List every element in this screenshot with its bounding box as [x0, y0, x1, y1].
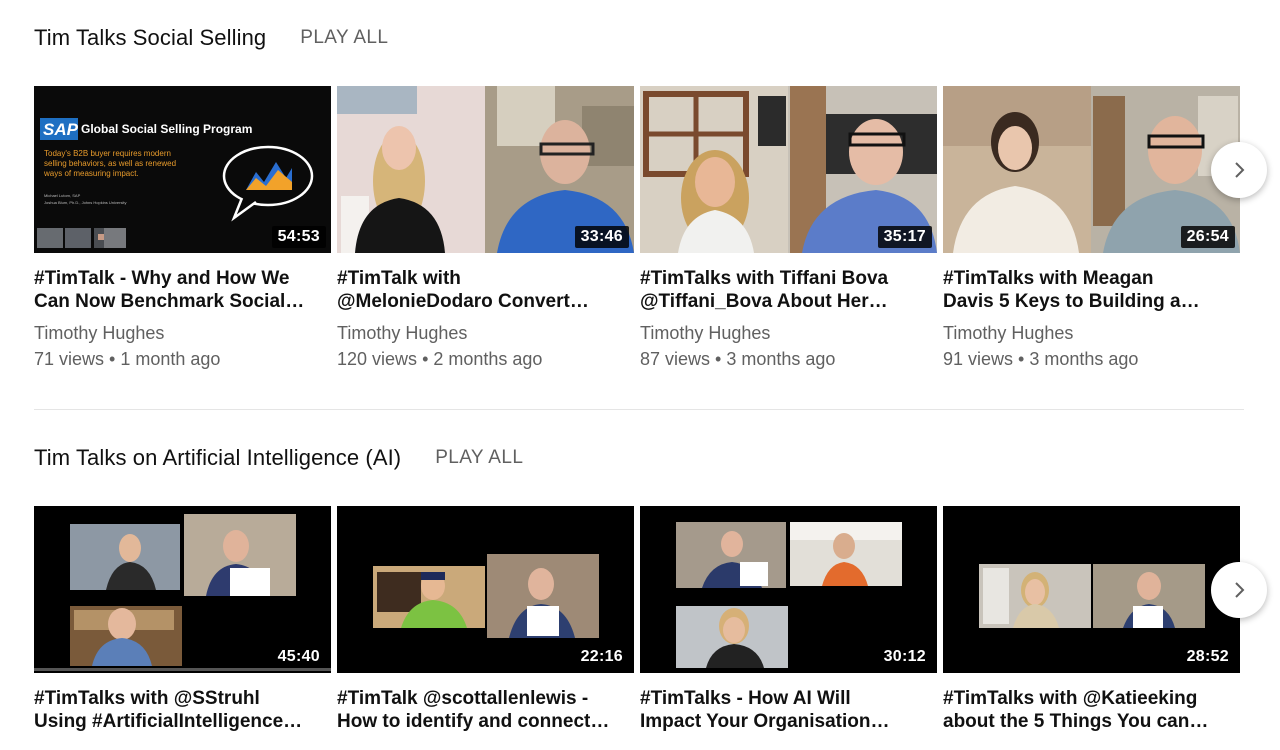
- video-title[interactable]: #TimTalks with Tiffani Bova @Tiffani_Bov…: [640, 267, 930, 313]
- video-thumbnail[interactable]: 28:52: [943, 506, 1240, 673]
- video-title-line[interactable]: #TimTalks - How AI Will: [640, 687, 930, 710]
- video-title[interactable]: #TimTalks with @Katieeking about the 5 T…: [943, 687, 1233, 733]
- shelf-social-selling: Tim Talks Social Selling PLAY ALL SAP Gl…: [34, 23, 1244, 369]
- video-thumbnail[interactable]: 35:17: [640, 86, 937, 253]
- video-title-line[interactable]: #TimTalks with Meagan: [943, 267, 1233, 290]
- video-title[interactable]: #TimTalks - How AI Will Impact Your Orga…: [640, 687, 930, 733]
- svg-text:selling behaviors, as well as: selling behaviors, as well as renewed: [44, 159, 176, 168]
- svg-text:Global Social Selling Program: Global Social Selling Program: [81, 122, 252, 136]
- video-title-line[interactable]: #TimTalk - Why and How We: [34, 267, 324, 290]
- upload-age: 3 months ago: [1029, 349, 1139, 369]
- video-title[interactable]: #TimTalks with @SStruhl Using #Artificia…: [34, 687, 324, 733]
- channel-name[interactable]: Timothy Hughes: [640, 323, 937, 344]
- upload-age: 2 months ago: [433, 349, 543, 369]
- video-title-line[interactable]: #TimTalks with Tiffani Bova: [640, 267, 930, 290]
- shelf-header: Tim Talks on Artificial Intelligence (AI…: [34, 443, 1244, 473]
- meta-separator: •: [109, 349, 121, 369]
- video-meta: 91 views • 3 months ago: [943, 349, 1240, 370]
- chevron-right-icon: [1235, 582, 1245, 598]
- svg-text:Today's B2B buyer requires mod: Today's B2B buyer requires modern: [44, 149, 171, 158]
- video-card[interactable]: 35:17 #TimTalks with Tiffani Bova @Tiffa…: [640, 86, 937, 370]
- video-title-line[interactable]: @Tiffani_Bova About Her…: [640, 290, 930, 313]
- shelf-header: Tim Talks Social Selling PLAY ALL: [34, 23, 1244, 53]
- video-card[interactable]: 45:40 #TimTalks with @SStruhl Using #Art…: [34, 506, 331, 733]
- svg-text:Michael Lutom, SAP: Michael Lutom, SAP: [44, 193, 81, 198]
- view-count: 87 views: [640, 349, 711, 369]
- svg-text:SAP: SAP: [43, 120, 79, 139]
- play-all-button[interactable]: PLAY ALL: [300, 27, 388, 49]
- channel-name[interactable]: Timothy Hughes: [337, 323, 634, 344]
- video-title[interactable]: #TimTalk @scottallenlewis - How to ident…: [337, 687, 627, 733]
- video-title-line[interactable]: @MelonieDodaro Convert…: [337, 290, 627, 313]
- video-thumbnail[interactable]: 45:40: [34, 506, 331, 673]
- video-duration: 45:40: [271, 646, 326, 668]
- svg-text:Joshua Blum, Ph.D., Johns Hopk: Joshua Blum, Ph.D., Johns Hopkins Univer…: [44, 200, 126, 205]
- video-thumbnail[interactable]: 33:46: [337, 86, 634, 253]
- video-duration: 22:16: [574, 646, 629, 668]
- video-thumbnail[interactable]: 30:12: [640, 506, 937, 673]
- video-title-line[interactable]: Davis 5 Keys to Building a…: [943, 290, 1233, 313]
- video-meta: 87 views • 3 months ago: [640, 349, 937, 370]
- shelf-next-button[interactable]: [1211, 562, 1267, 618]
- video-title-line[interactable]: Impact Your Organisation…: [640, 710, 930, 733]
- video-card[interactable]: 28:52 #TimTalks with @Katieeking about t…: [943, 506, 1240, 733]
- chevron-right-icon: [1235, 162, 1245, 178]
- upload-age: 1 month ago: [120, 349, 221, 369]
- video-card[interactable]: 30:12 #TimTalks - How AI Will Impact You…: [640, 506, 937, 733]
- video-thumbnail[interactable]: 22:16: [337, 506, 634, 673]
- video-title-line[interactable]: about the 5 Things You can…: [943, 710, 1233, 733]
- video-duration: 33:46: [574, 226, 629, 248]
- video-card[interactable]: 33:46 #TimTalk with @MelonieDodaro Conve…: [337, 86, 634, 370]
- shelf-artificial-intelligence: Tim Talks on Artificial Intelligence (AI…: [34, 443, 1244, 732]
- video-title-line[interactable]: Can Now Benchmark Social…: [34, 290, 324, 313]
- video-duration: 26:54: [1180, 226, 1235, 248]
- view-count: 120 views: [337, 349, 418, 369]
- video-title-line[interactable]: #TimTalks with @SStruhl: [34, 687, 324, 710]
- video-card[interactable]: 26:54 #TimTalks with Meagan Davis 5 Keys…: [943, 86, 1240, 370]
- meta-separator: •: [715, 349, 727, 369]
- video-duration: 35:17: [877, 226, 932, 248]
- view-count: 71 views: [34, 349, 105, 369]
- video-thumbnail[interactable]: SAP Global Social Selling Program Today'…: [34, 86, 331, 253]
- video-title-line[interactable]: #TimTalk @scottallenlewis -: [337, 687, 627, 710]
- channel-name[interactable]: Timothy Hughes: [34, 323, 331, 344]
- video-title-line[interactable]: How to identify and connect…: [337, 710, 627, 733]
- svg-text:ways of measuring impact.: ways of measuring impact.: [43, 169, 139, 178]
- shelf-next-button[interactable]: [1211, 142, 1267, 198]
- video-title[interactable]: #TimTalk - Why and How We Can Now Benchm…: [34, 267, 324, 313]
- video-duration: 30:12: [877, 646, 932, 668]
- video-title-line[interactable]: Using #ArtificialIntelligence…: [34, 710, 324, 733]
- video-title[interactable]: #TimTalk with @MelonieDodaro Convert…: [337, 267, 627, 313]
- shelf-title[interactable]: Tim Talks Social Selling: [34, 25, 266, 51]
- meta-separator: •: [422, 349, 434, 369]
- video-title-line[interactable]: #TimTalks with @Katieeking: [943, 687, 1233, 710]
- channel-name[interactable]: Timothy Hughes: [943, 323, 1240, 344]
- video-card[interactable]: 22:16 #TimTalk @scottallenlewis - How to…: [337, 506, 634, 733]
- video-duration: 54:53: [271, 226, 326, 248]
- video-card[interactable]: SAP Global Social Selling Program Today'…: [34, 86, 331, 370]
- video-row: SAP Global Social Selling Program Today'…: [34, 86, 1246, 370]
- video-duration: 28:52: [1180, 646, 1235, 668]
- shelf-divider: [34, 409, 1244, 410]
- video-title-line[interactable]: #TimTalk with: [337, 267, 627, 290]
- video-thumbnail[interactable]: 26:54: [943, 86, 1240, 253]
- video-title[interactable]: #TimTalks with Meagan Davis 5 Keys to Bu…: [943, 267, 1233, 313]
- play-all-button[interactable]: PLAY ALL: [435, 447, 523, 469]
- shelf-title[interactable]: Tim Talks on Artificial Intelligence (AI…: [34, 445, 401, 471]
- upload-age: 3 months ago: [726, 349, 836, 369]
- video-meta: 120 views • 2 months ago: [337, 349, 634, 370]
- video-row: 45:40 #TimTalks with @SStruhl Using #Art…: [34, 506, 1246, 733]
- meta-separator: •: [1018, 349, 1030, 369]
- video-meta: 71 views • 1 month ago: [34, 349, 331, 370]
- view-count: 91 views: [943, 349, 1014, 369]
